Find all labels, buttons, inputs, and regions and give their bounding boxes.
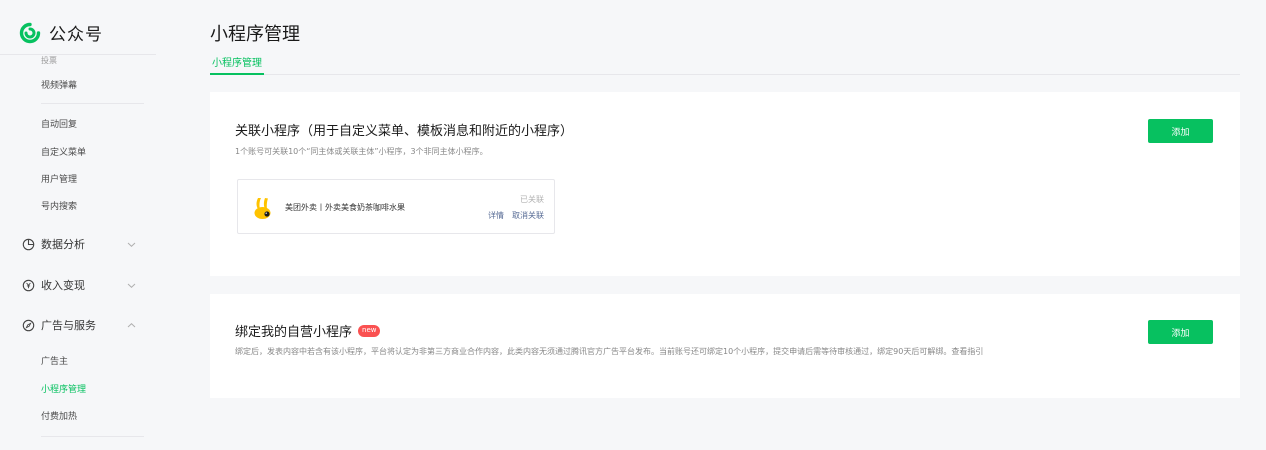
tab-bar: 小程序管理 xyxy=(210,54,1240,75)
chevron-down-icon xyxy=(127,281,136,290)
sidebar-item-video-danmaku[interactable]: 视频弹幕 xyxy=(41,78,77,91)
sidebar-divider xyxy=(41,103,144,104)
owned-miniprogram-title: 绑定我的自营小程序 new xyxy=(235,321,381,340)
linked-miniprogram-item: 美团外卖丨外卖美食奶茶咖啡水果 已关联 详情 取消关联 xyxy=(237,179,555,234)
sidebar-divider xyxy=(41,436,144,437)
meituan-kangaroo-logo-icon xyxy=(252,196,274,220)
sidebar-group-label: 数据分析 xyxy=(41,238,85,251)
sidebar-item-vote[interactable]: 投票 xyxy=(41,55,57,66)
main-content: 小程序管理 小程序管理 关联小程序（用于自定义菜单、模板消息和附近的小程序） 1… xyxy=(156,0,1266,450)
add-owned-miniprogram-button[interactable]: 添加 xyxy=(1148,320,1213,344)
page-title: 小程序管理 xyxy=(210,24,300,45)
sidebar-group-revenue[interactable]: 收入变现 xyxy=(22,277,140,293)
linked-miniprogram-desc: 1个账号可关联10个“同主体或关联主体”小程序，3个非同主体小程序。 xyxy=(235,147,488,156)
miniprogram-name: 美团外卖丨外卖美食奶茶咖啡水果 xyxy=(285,203,405,212)
sidebar-item-user-management[interactable]: 用户管理 xyxy=(41,172,77,185)
wechat-official-account-logo-icon xyxy=(19,22,41,44)
card-title-text: 绑定我的自营小程序 xyxy=(235,325,353,340)
sidebar-group-ads-services[interactable]: 广告与服务 xyxy=(22,317,140,333)
sidebar-item-account-search[interactable]: 号内搜索 xyxy=(41,199,77,212)
sidebar-item-auto-reply[interactable]: 自动回复 xyxy=(41,117,77,130)
owned-miniprogram-card: 绑定我的自营小程序 new 绑定后，发表内容中若含有该小程序，平台将认定为非第三… xyxy=(210,294,1240,398)
sidebar: 公众号 投票 视频弹幕 自动回复 自定义菜单 用户管理 号内搜索 数据分析 收入… xyxy=(0,0,156,450)
sidebar-item-paid-boost[interactable]: 付费加热 xyxy=(41,409,77,422)
clock-icon xyxy=(22,238,35,251)
linked-miniprogram-title: 关联小程序（用于自定义菜单、模板消息和附近的小程序） xyxy=(235,120,573,139)
sidebar-item-custom-menu[interactable]: 自定义菜单 xyxy=(41,145,86,158)
tab-miniprogram-management[interactable]: 小程序管理 xyxy=(210,54,264,75)
miniprogram-unlink-link[interactable]: 取消关联 xyxy=(512,210,544,221)
owned-miniprogram-desc: 绑定后，发表内容中若含有该小程序，平台将认定为非第三方商业合作内容，此类内容无须… xyxy=(235,347,984,356)
miniprogram-detail-link[interactable]: 详情 xyxy=(488,210,504,221)
miniprogram-status: 已关联 xyxy=(520,195,544,204)
linked-miniprogram-card: 关联小程序（用于自定义菜单、模板消息和附近的小程序） 1个账号可关联10个“同主… xyxy=(210,92,1240,276)
sidebar-group-data-analysis[interactable]: 数据分析 xyxy=(22,236,140,252)
new-badge: new xyxy=(358,324,381,337)
miniprogram-actions: 详情 取消关联 xyxy=(488,210,544,221)
chevron-up-icon xyxy=(127,321,136,330)
sidebar-item-miniprogram-management[interactable]: 小程序管理 xyxy=(41,382,86,395)
card-title-text: 关联小程序（用于自定义菜单、模板消息和附近的小程序） xyxy=(235,124,574,139)
sidebar-group-label: 广告与服务 xyxy=(41,319,96,332)
brand[interactable]: 公众号 xyxy=(19,20,103,45)
sidebar-group-label: 收入变现 xyxy=(41,279,85,292)
sidebar-item-advertiser[interactable]: 广告主 xyxy=(41,354,68,367)
yuan-coin-icon xyxy=(22,279,35,292)
chevron-down-icon xyxy=(127,240,136,249)
brand-name: 公众号 xyxy=(49,25,103,45)
compass-icon xyxy=(22,319,35,332)
add-linked-miniprogram-button[interactable]: 添加 xyxy=(1148,119,1213,143)
brand-divider xyxy=(0,54,156,55)
